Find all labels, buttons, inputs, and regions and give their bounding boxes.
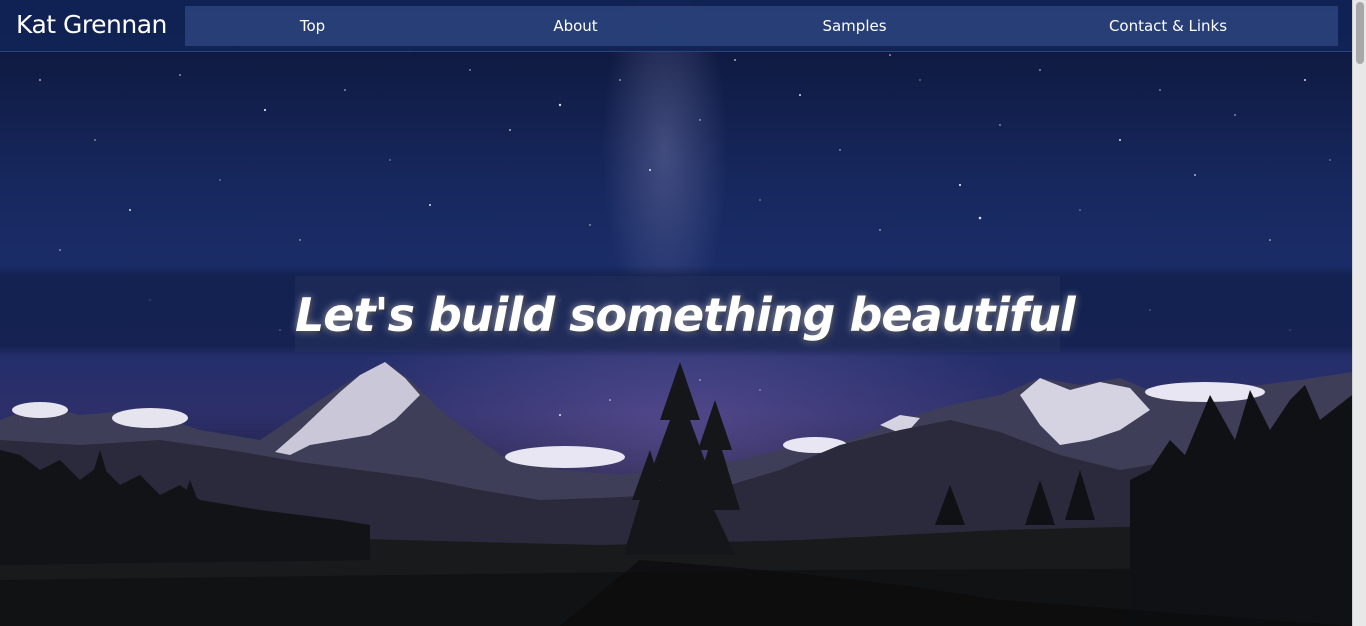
nav-links: Top About Samples Contact & Links bbox=[185, 6, 1338, 46]
nav-link-contact[interactable]: Contact & Links bbox=[1093, 6, 1243, 46]
scrollbar-thumb[interactable] bbox=[1356, 2, 1364, 64]
top-navbar: Kat Grennan Top About Samples Contact & … bbox=[0, 0, 1352, 52]
nav-link-about[interactable]: About bbox=[508, 6, 643, 46]
nav-link-samples[interactable]: Samples bbox=[787, 6, 922, 46]
hero-section: Let's build something beautiful bbox=[0, 0, 1352, 626]
vertical-scrollbar[interactable] bbox=[1352, 0, 1366, 626]
nav-link-top[interactable]: Top bbox=[245, 6, 380, 46]
hero-tagline: Let's build something beautiful bbox=[295, 288, 1076, 342]
page-viewport: Let's build something beautiful Kat Gren… bbox=[0, 0, 1352, 626]
brand-logo-link[interactable]: Kat Grennan bbox=[16, 10, 167, 39]
